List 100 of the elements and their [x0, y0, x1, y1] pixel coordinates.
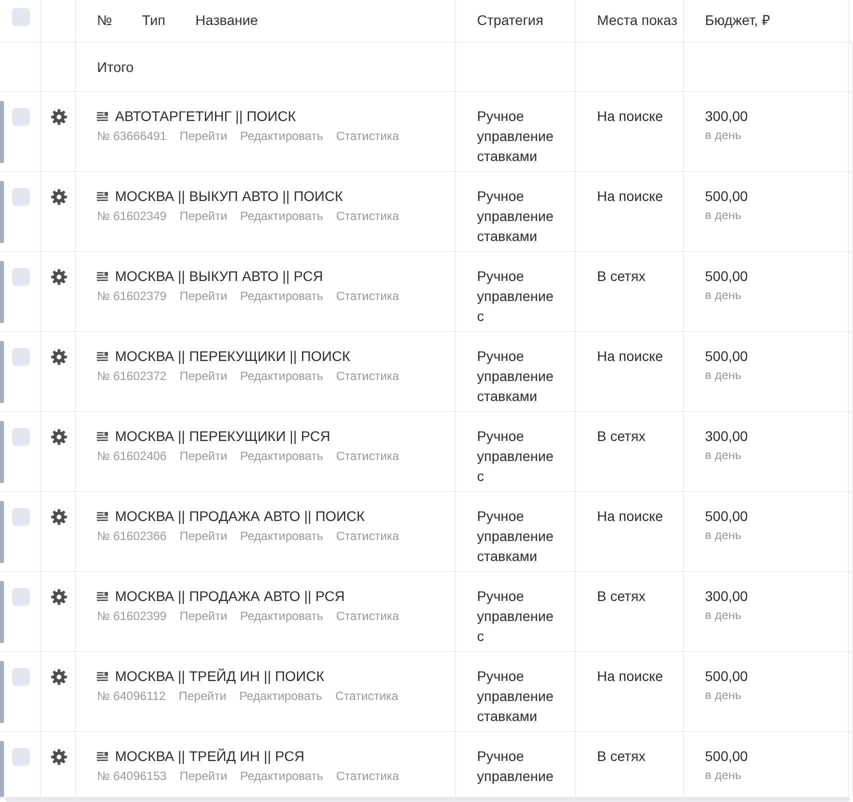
budget-period: в день [705, 767, 742, 783]
action-link[interactable]: Перейти [178, 686, 226, 706]
settings-icon[interactable] [51, 429, 67, 445]
action-link[interactable]: Редактировать [240, 526, 324, 546]
budget-amount: 500,00 [705, 347, 749, 366]
strategy-text: Ручное управление ставками [477, 187, 555, 246]
status-stripe [0, 261, 4, 323]
settings-icon[interactable] [51, 589, 67, 605]
campaign-title[interactable]: МОСКВА || ВЫКУП АВТО || ПОИСК [115, 186, 343, 206]
checkbox[interactable] [12, 348, 30, 366]
action-link[interactable]: Статистика [336, 366, 400, 386]
campaign-number: № 61602379 [97, 288, 167, 305]
action-link[interactable]: Перейти [180, 606, 228, 626]
action-link[interactable]: Статистика [336, 206, 400, 226]
campaign-title[interactable]: МОСКВА || ПЕРЕКУЩИКИ || ПОИСК [115, 346, 350, 366]
campaign-title[interactable]: АВТОТАРГЕТИНГ || ПОИСК [115, 106, 296, 126]
action-link[interactable]: Редактировать [239, 686, 322, 706]
column-header[interactable]: Тип [142, 10, 166, 30]
strategy-text: Ручное управление ставками [477, 107, 555, 166]
status-stripe [0, 421, 4, 483]
settings-icon[interactable] [51, 669, 67, 685]
campaign-title[interactable]: МОСКВА || ТРЕЙД ИН || РСЯ [115, 746, 304, 766]
settings-icon[interactable] [51, 509, 67, 525]
action-link[interactable]: Редактировать [240, 446, 324, 466]
status-stripe [0, 661, 4, 723]
budget-period: в день [705, 207, 742, 223]
placement-text: На поиске [597, 667, 664, 686]
action-link[interactable]: Редактировать [240, 606, 324, 626]
action-link[interactable]: Редактировать [240, 126, 324, 146]
action-link[interactable]: Перейти [180, 206, 228, 226]
column-header[interactable]: Название [195, 10, 258, 30]
action-link[interactable]: Перейти [180, 526, 228, 546]
budget-period: в день [705, 127, 742, 143]
budget-amount: 500,00 [705, 667, 749, 686]
settings-icon[interactable] [51, 349, 67, 365]
action-link[interactable]: Редактировать [240, 366, 324, 386]
checkbox[interactable] [12, 668, 30, 686]
campaign-number: № 61602366 [97, 528, 167, 545]
action-link[interactable]: Статистика [335, 686, 398, 706]
placement-text: В сетях [597, 587, 647, 606]
action-link[interactable]: Статистика [336, 446, 400, 466]
strategy-text: Ручное управление с [477, 427, 555, 486]
checkbox[interactable] [12, 588, 30, 606]
settings-icon[interactable] [51, 269, 67, 285]
status-stripe [0, 181, 4, 243]
action-link[interactable]: Перейти [180, 286, 228, 306]
column-header[interactable]: № [97, 10, 112, 30]
checkbox[interactable] [12, 748, 30, 766]
action-link[interactable]: Статистика [336, 126, 400, 146]
text-lines-icon [97, 352, 108, 360]
action-link[interactable]: Перейти [180, 366, 228, 386]
status-stripe [0, 501, 4, 563]
placement-text: На поиске [597, 507, 664, 526]
column-header[interactable]: Места показ [597, 10, 678, 30]
settings-icon[interactable] [51, 109, 67, 125]
action-link[interactable]: Редактировать [240, 766, 324, 786]
settings-icon[interactable] [51, 749, 67, 765]
action-link[interactable]: Статистика [336, 606, 400, 626]
budget-period: в день [705, 527, 742, 543]
strategy-text: Ручное управление [477, 747, 555, 786]
campaign-title[interactable]: МОСКВА || ПРОДАЖА АВТО || РСЯ [115, 586, 345, 606]
action-link[interactable]: Перейти [180, 766, 228, 786]
checkbox[interactable] [12, 108, 30, 126]
status-stripe [0, 101, 4, 163]
column-header[interactable]: Стратегия [477, 10, 544, 30]
campaign-number: № 64096153 [97, 768, 167, 785]
checkbox[interactable] [12, 508, 30, 526]
budget-amount: 500,00 [705, 507, 749, 526]
campaign-title[interactable]: МОСКВА || ТРЕЙД ИН || ПОИСК [115, 666, 324, 686]
strategy-text: Ручное управление ставками [477, 507, 555, 566]
text-lines-icon [97, 112, 108, 120]
action-link[interactable]: Редактировать [240, 206, 324, 226]
settings-icon[interactable] [51, 189, 67, 205]
text-lines-icon [97, 752, 108, 760]
placement-text: В сетях [597, 747, 647, 766]
budget-amount: 300,00 [705, 107, 749, 126]
campaign-number: № 61602399 [97, 608, 167, 625]
status-stripe [0, 581, 4, 643]
strategy-text: Ручное управление с [477, 267, 555, 326]
checkbox[interactable] [12, 268, 30, 286]
action-link[interactable]: Статистика [336, 526, 400, 546]
action-link[interactable]: Редактировать [240, 286, 324, 306]
action-link[interactable]: Статистика [336, 286, 400, 306]
budget-amount: 300,00 [705, 427, 749, 446]
checkbox[interactable] [12, 428, 30, 446]
checkbox[interactable] [12, 188, 30, 206]
campaign-title[interactable]: МОСКВА || ВЫКУП АВТО || РСЯ [115, 266, 323, 286]
campaign-title[interactable]: МОСКВА || ПРОДАЖА АВТО || ПОИСК [115, 506, 365, 526]
column-header[interactable]: Бюджет, ₽ [705, 10, 770, 30]
campaign-number: № 61602349 [97, 208, 167, 225]
budget-amount: 300,00 [705, 587, 749, 606]
strategy-text: Ручное управление ставками [477, 347, 555, 406]
action-link[interactable]: Перейти [180, 446, 228, 466]
checkbox[interactable] [12, 8, 30, 26]
text-lines-icon [97, 192, 108, 200]
action-link[interactable]: Статистика [336, 766, 400, 786]
campaign-title[interactable]: МОСКВА || ПЕРЕКУЩИКИ || РСЯ [115, 426, 330, 446]
horizontal-scrollbar[interactable] [5, 797, 850, 802]
budget-period: в день [705, 287, 742, 303]
action-link[interactable]: Перейти [180, 126, 228, 146]
